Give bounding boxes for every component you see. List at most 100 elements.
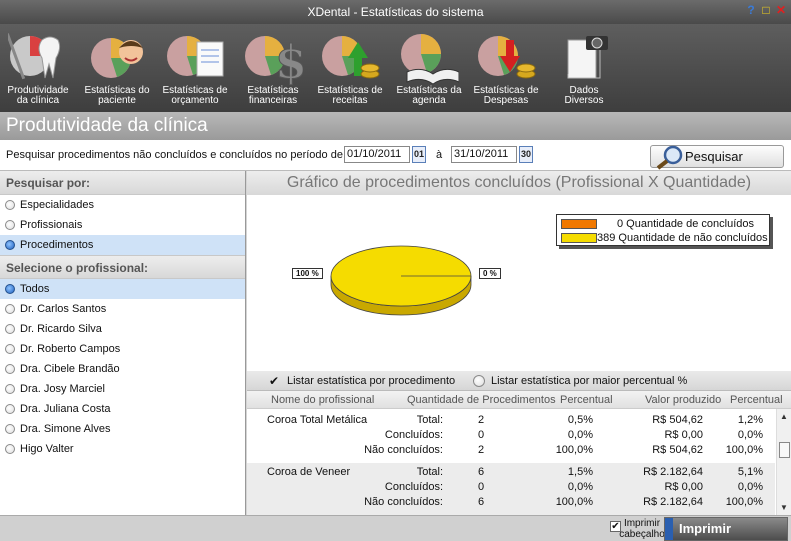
radio-icon[interactable] xyxy=(5,200,15,210)
scroll-up-icon[interactable]: ▲ xyxy=(780,412,788,421)
value-percent-cell: 5,1% xyxy=(737,466,763,478)
search-by-header: Pesquisar por: xyxy=(0,171,245,195)
slice-label-left: 100 % xyxy=(292,268,323,279)
close-icon[interactable]: ✕ xyxy=(775,4,787,16)
window-controls: ? □ ✕ xyxy=(745,4,787,16)
radio-icon[interactable] xyxy=(5,424,15,434)
list-options-bar: ✔ Listar estatística por procedimento Li… xyxy=(247,371,791,391)
column-header: Valor produzido xyxy=(645,394,722,406)
radio-icon[interactable] xyxy=(5,324,15,334)
calendar-from-icon[interactable]: 01 xyxy=(412,146,426,163)
professional-item[interactable]: Dr. Roberto Campos xyxy=(0,339,245,359)
camera-document-icon xyxy=(567,36,608,79)
checkmark-icon: ✔ xyxy=(269,374,280,388)
radio-icon[interactable] xyxy=(5,220,15,230)
help-icon[interactable]: ? xyxy=(745,4,757,16)
slice-label-right: 0 % xyxy=(479,268,501,279)
toolbar-label: Estatísticas de receitas xyxy=(317,85,383,106)
value-percent-cell: 1,2% xyxy=(737,414,763,426)
toolbar-label: Estatísticas de orçamento xyxy=(162,85,228,106)
print-header-label: Imprimir cabeçalho xyxy=(619,518,665,540)
toolbar-financeiras-button[interactable]: $ Estatísticas financeiras xyxy=(235,24,311,112)
radio-icon[interactable] xyxy=(5,240,15,250)
professional-item[interactable]: Dr. Carlos Santos xyxy=(0,299,245,319)
main-toolbar: Produtividade da clínica Estatísticas do… xyxy=(0,24,791,112)
search-by-item[interactable]: Profissionais xyxy=(0,215,245,235)
legend-item-nao-concluidos: 389 Quantidade de não concluídos xyxy=(561,231,768,245)
value-cell: R$ 504,62 xyxy=(652,414,703,426)
percent-cell: 0,0% xyxy=(567,481,593,493)
calendar-to-icon[interactable]: 30 xyxy=(519,146,533,163)
toolbar-dados-diversos-button[interactable]: Dados Diversos xyxy=(546,24,622,112)
search-button[interactable]: Pesquisar xyxy=(650,145,784,170)
left-filter-panel: Pesquisar por: Especialidades Profissiona… xyxy=(0,171,246,515)
value-cell: R$ 2.182,64 xyxy=(643,466,703,478)
print-button[interactable]: Imprimir xyxy=(664,517,788,541)
radio-icon[interactable] xyxy=(5,404,15,414)
procedure-name: Coroa Total Metálica xyxy=(267,414,368,426)
table-header: Nome do profissional Quantidade de Proce… xyxy=(247,391,791,409)
radio-icon[interactable] xyxy=(5,384,15,394)
toolbar-label: Produtividade da clínica xyxy=(7,85,69,106)
column-header: Nome do profissional xyxy=(271,394,375,406)
print-button-label: Imprimir xyxy=(679,521,732,536)
revenue-pie-icon xyxy=(322,36,380,79)
professional-item[interactable]: Higo Valter xyxy=(0,439,245,459)
search-by-item[interactable]: Procedimentos xyxy=(0,235,245,255)
row-label: Não concluídos: xyxy=(364,496,443,508)
percent-cell: 100,0% xyxy=(555,496,593,508)
title-bar: XDental - Estatísticas do sistema ? □ ✕ xyxy=(0,0,791,24)
chart-legend: 0 Quantidade de concluídos 389 Quantidad… xyxy=(556,214,770,246)
value-percent-cell: 100,0% xyxy=(725,496,763,508)
professional-header: Selecione o profissional: xyxy=(0,255,245,279)
toolbar-produtividade-button[interactable]: Produtividade da clínica xyxy=(0,24,76,112)
radio-icon[interactable] xyxy=(5,344,15,354)
budget-pie-icon xyxy=(167,36,224,77)
list-by-procedure-option[interactable]: ✔ Listar estatística por procedimento xyxy=(269,374,455,388)
procedure-name: Coroa de Veneer xyxy=(267,466,351,478)
radio-icon[interactable] xyxy=(5,364,15,374)
date-from-field[interactable]: 01/10/2011 xyxy=(344,146,410,163)
radio-icon[interactable] xyxy=(5,304,15,314)
value-percent-cell: 100,0% xyxy=(725,444,763,456)
maximize-icon[interactable]: □ xyxy=(760,4,772,16)
table-body[interactable]: Coroa Total Metálica Total: 2 0,5% R$ 504,62… xyxy=(247,409,775,515)
toolbar-receitas-button[interactable]: Estatísticas de receitas xyxy=(312,24,388,112)
professional-label: Dra. Simone Alves xyxy=(20,423,111,435)
professional-item[interactable]: Dr. Ricardo Silva xyxy=(0,319,245,339)
value-cell: R$ 0,00 xyxy=(664,481,703,493)
table-row-group[interactable]: Coroa Total Metálica Total: 2 0,5% R$ 504,62… xyxy=(247,411,775,463)
footer-bar: ✔ Imprimir cabeçalho Imprimir xyxy=(0,515,791,541)
toolbar-agenda-button[interactable]: Estatísticas da agenda xyxy=(391,24,467,112)
scrollbar-thumb[interactable] xyxy=(779,442,790,458)
date-to-field[interactable]: 31/10/2011 xyxy=(451,146,517,163)
professional-item[interactable]: Dra. Juliana Costa xyxy=(0,399,245,419)
patient-pie-icon xyxy=(91,38,143,78)
legend-item-concluidos: 0 Quantidade de concluídos xyxy=(561,217,767,231)
radio-icon[interactable] xyxy=(5,444,15,454)
toolbar-label: Dados Diversos xyxy=(564,85,604,106)
quantity-cell: 6 xyxy=(478,496,485,508)
toolbar-paciente-button[interactable]: Estatísticas do paciente xyxy=(79,24,155,112)
scroll-down-icon[interactable]: ▼ xyxy=(780,503,788,512)
professional-item[interactable]: Dra. Cibele Brandão xyxy=(0,359,245,379)
svg-text:$: $ xyxy=(275,35,303,86)
table-scrollbar[interactable]: ▲ ▼ xyxy=(776,409,791,515)
radio-icon[interactable] xyxy=(5,284,15,294)
column-header: Quantidade de Procedimentos xyxy=(407,394,556,406)
table-row-group[interactable]: Coroa de Veneer Total: 6 1,5% R$ 2.182,64 5,1… xyxy=(247,463,775,515)
toolbar-despesas-button[interactable]: Estatísticas de Despesas xyxy=(468,24,544,112)
search-by-item[interactable]: Especialidades xyxy=(0,195,245,215)
percent-cell: 1,5% xyxy=(567,466,593,478)
print-button-accent xyxy=(665,518,673,540)
professional-item[interactable]: Todos xyxy=(0,279,245,299)
search-button-label: Pesquisar xyxy=(685,149,743,164)
column-header: Percentual xyxy=(730,394,783,406)
list-by-percent-option[interactable]: Listar estatística por maior percentual … xyxy=(473,374,687,388)
toolbar-label: Estatísticas do paciente xyxy=(84,85,150,106)
professional-item[interactable]: Dra. Simone Alves xyxy=(0,419,245,439)
row-label: Não concluídos: xyxy=(364,444,443,456)
toolbar-orcamento-button[interactable]: Estatísticas de orçamento xyxy=(157,24,233,112)
row-label: Concluídos: xyxy=(384,429,443,441)
professional-item[interactable]: Dra. Josy Marciel xyxy=(0,379,245,399)
